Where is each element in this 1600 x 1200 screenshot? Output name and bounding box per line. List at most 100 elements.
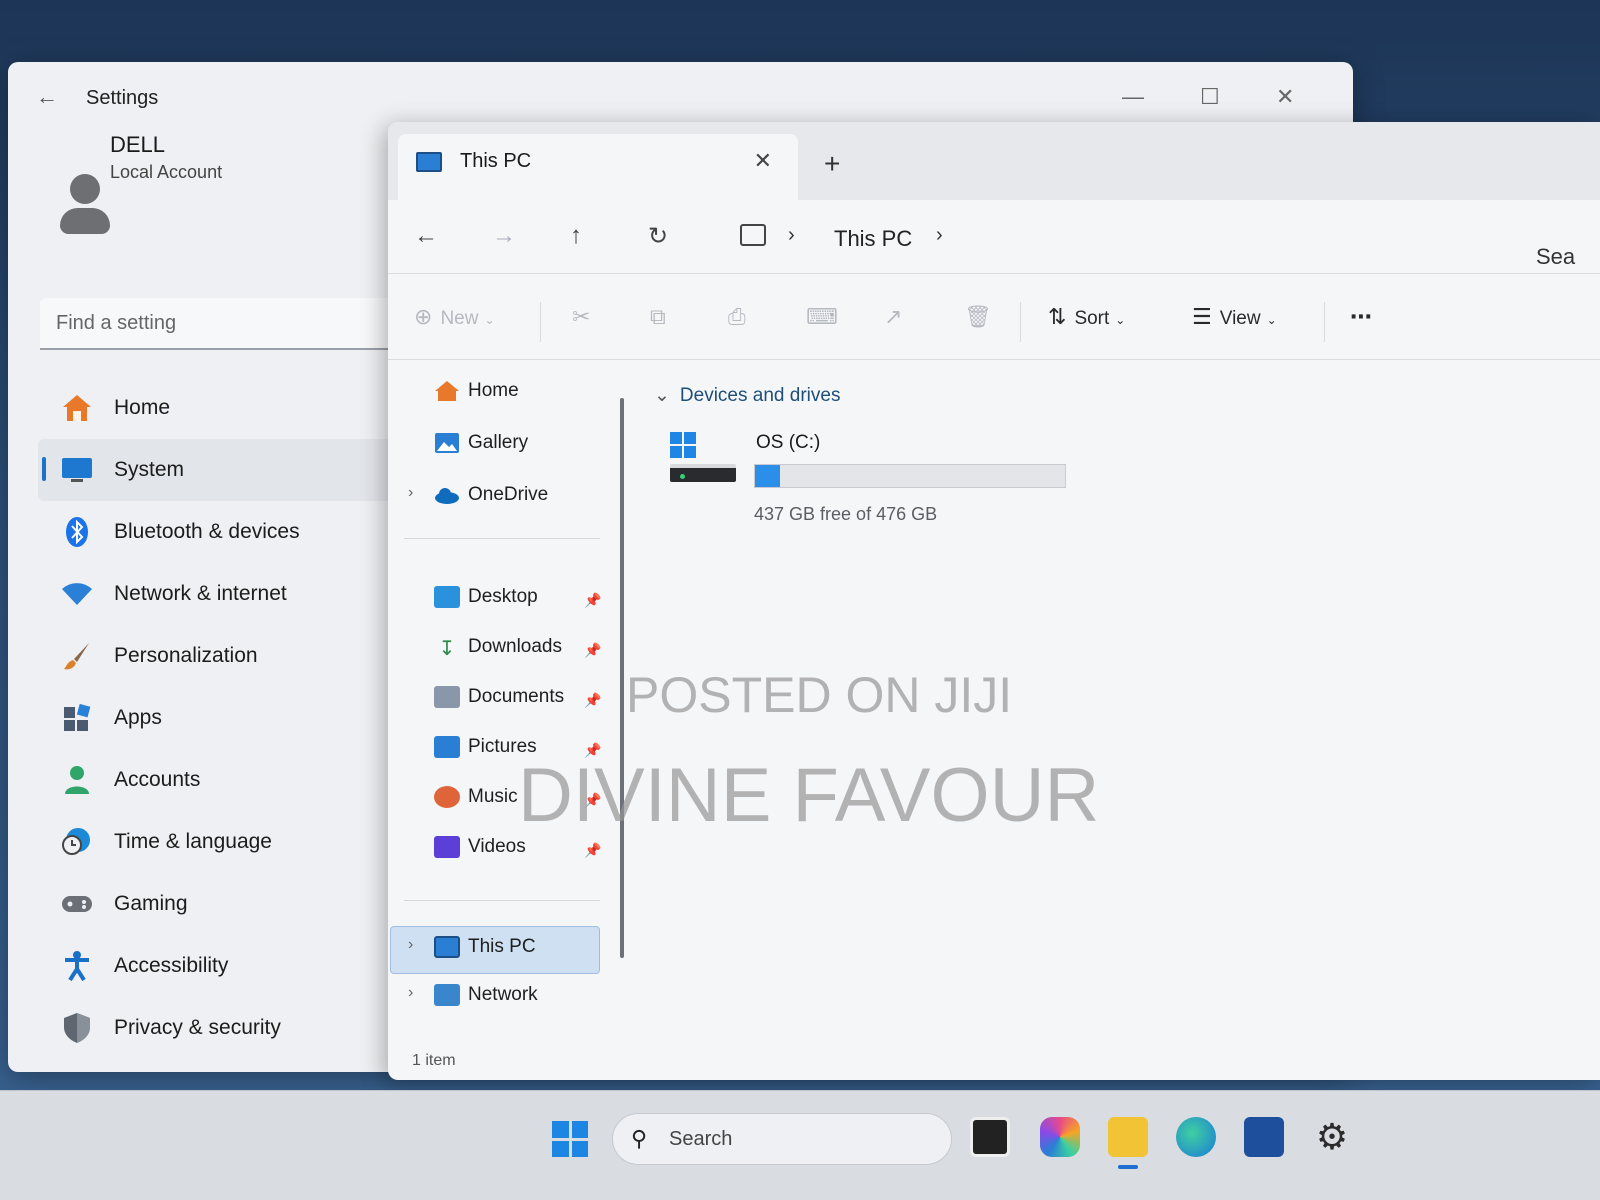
nav-item-system[interactable]: System xyxy=(38,439,398,501)
brush-icon xyxy=(60,639,94,673)
paste-icon[interactable]: ⎙ xyxy=(728,304,746,330)
nav-item-personalization[interactable]: Personalization xyxy=(38,625,398,687)
sidebar-item-network[interactable]: Network xyxy=(434,984,538,1006)
toolbar-divider xyxy=(1324,302,1325,342)
sidebar-item-home[interactable]: Home xyxy=(434,380,519,402)
file-explorer-icon[interactable] xyxy=(1108,1117,1148,1169)
back-icon[interactable]: ← xyxy=(414,222,438,250)
settings-titlebar: ← Settings — ☐ ✕ xyxy=(8,62,1353,122)
pin-icon[interactable]: 📌 xyxy=(584,642,601,659)
accounts-icon xyxy=(60,763,94,797)
toolbar-divider xyxy=(540,302,541,342)
sidebar-divider xyxy=(404,538,600,539)
home-icon xyxy=(435,381,459,401)
sidebar-item-onedrive[interactable]: OneDrive xyxy=(434,484,548,506)
maximize-icon[interactable]: ☐ xyxy=(1200,84,1220,110)
pin-icon[interactable]: 📌 xyxy=(584,842,601,859)
taskbar-search[interactable]: ⚲ Search xyxy=(612,1113,952,1165)
gamepad-icon xyxy=(60,887,94,921)
up-icon[interactable]: ↑ xyxy=(570,222,582,250)
watermark-line-1: POSTED ON JIJI xyxy=(626,667,1013,723)
delete-icon[interactable]: 🗑 xyxy=(964,304,992,330)
pin-icon[interactable]: 📌 xyxy=(584,692,601,709)
drive-icon[interactable] xyxy=(670,432,740,492)
chevron-down-icon: ⌄ xyxy=(1266,313,1277,327)
documents-icon xyxy=(434,686,460,708)
store-icon[interactable] xyxy=(1244,1117,1284,1157)
forward-icon[interactable]: → xyxy=(492,222,516,250)
settings-gear-icon[interactable]: ⚙ xyxy=(1312,1117,1352,1157)
search-icon: ⚲ xyxy=(631,1126,648,1151)
tab-close-icon[interactable]: ✕ xyxy=(754,148,772,174)
drive-usage-bar xyxy=(754,464,1066,488)
expand-chevron-icon[interactable]: › xyxy=(408,936,413,954)
nav-item-accounts[interactable]: Accounts xyxy=(38,749,398,811)
shield-icon xyxy=(60,1011,94,1045)
new-tab-icon[interactable]: + xyxy=(824,148,840,180)
sidebar-item-music[interactable]: Music xyxy=(434,786,518,808)
share-icon[interactable]: ↗ xyxy=(884,304,902,330)
nav-item-time-language[interactable]: Time & language xyxy=(38,811,398,873)
expand-chevron-icon[interactable]: › xyxy=(408,484,413,502)
refresh-icon[interactable]: ↻ xyxy=(648,222,668,251)
command-bar: ⊕ New ⌄ ✂ ⧉ ⎙ ⌨ ↗ 🗑 ⇅ Sort ⌄ ☰ View ⌄ ⋯ xyxy=(388,274,1600,360)
more-options-icon[interactable]: ⋯ xyxy=(1350,304,1372,330)
chevron-down-icon: ⌄ xyxy=(484,313,495,327)
videos-icon xyxy=(434,836,460,858)
navigation-scrollbar[interactable] xyxy=(620,398,624,958)
desktop-icon xyxy=(434,586,460,608)
nav-item-home[interactable]: Home xyxy=(38,377,398,439)
this-pc-icon xyxy=(416,152,442,172)
watermark-line-2: DIVINE FAVOUR xyxy=(518,753,1100,838)
breadcrumb-chevron-icon[interactable]: › xyxy=(936,224,943,247)
sort-icon: ⇅ xyxy=(1048,304,1067,329)
search-box[interactable]: Sea xyxy=(1536,244,1575,270)
rename-icon[interactable]: ⌨ xyxy=(806,304,838,330)
tab-this-pc[interactable]: This PC ✕ xyxy=(398,134,798,200)
plus-circle-icon: ⊕ xyxy=(414,304,433,329)
breadcrumb-pc-icon[interactable] xyxy=(740,224,766,246)
cut-icon[interactable]: ✂ xyxy=(572,304,590,330)
breadcrumb[interactable]: This PC xyxy=(834,226,912,252)
settings-nav: Home System Bluetooth & devices Network … xyxy=(38,377,398,1059)
close-icon[interactable]: ✕ xyxy=(1276,84,1294,110)
expand-chevron-icon[interactable]: › xyxy=(408,984,413,1002)
nav-item-gaming[interactable]: Gaming xyxy=(38,873,398,935)
new-button[interactable]: ⊕ New ⌄ xyxy=(414,304,495,330)
sidebar-item-desktop[interactable]: Desktop xyxy=(434,586,538,608)
find-setting-input[interactable]: Find a setting xyxy=(40,298,400,350)
sidebar-divider xyxy=(404,900,600,901)
sort-button[interactable]: ⇅ Sort ⌄ xyxy=(1048,304,1125,330)
nav-item-network[interactable]: Network & internet xyxy=(38,563,398,625)
breadcrumb-chevron-icon[interactable]: › xyxy=(788,224,795,247)
address-bar: ← → ↑ ↻ › This PC › Sea xyxy=(388,200,1600,274)
find-setting-placeholder: Find a setting xyxy=(56,312,177,334)
nav-item-privacy[interactable]: Privacy & security xyxy=(38,997,398,1059)
sidebar-item-gallery[interactable]: Gallery xyxy=(434,432,528,454)
music-icon xyxy=(434,786,460,808)
sidebar-item-documents[interactable]: Documents xyxy=(434,686,564,708)
nav-item-accessibility[interactable]: Accessibility xyxy=(38,935,398,997)
drive-name[interactable]: OS (C:) xyxy=(756,432,820,454)
downloads-icon: ↧ xyxy=(438,638,456,660)
sidebar-item-downloads[interactable]: ↧ Downloads xyxy=(434,636,562,660)
view-button[interactable]: ☰ View ⌄ xyxy=(1192,304,1277,330)
copilot-icon[interactable] xyxy=(1040,1117,1080,1157)
drive-usage-fill xyxy=(755,465,780,487)
back-arrow-icon[interactable]: ← xyxy=(36,84,58,110)
copy-icon[interactable]: ⧉ xyxy=(650,304,666,330)
start-button-icon[interactable] xyxy=(552,1121,588,1157)
pin-icon[interactable]: 📌 xyxy=(584,592,601,609)
sidebar-item-videos[interactable]: Videos xyxy=(434,836,526,858)
task-view-icon[interactable] xyxy=(970,1117,1010,1157)
avatar xyxy=(58,174,112,238)
accessibility-icon xyxy=(60,949,94,983)
sidebar-item-this-pc[interactable]: This PC xyxy=(434,936,536,958)
nav-item-bluetooth[interactable]: Bluetooth & devices xyxy=(38,501,398,563)
minimize-icon[interactable]: — xyxy=(1122,84,1144,110)
gallery-icon xyxy=(435,433,459,453)
bluetooth-icon xyxy=(60,515,94,549)
nav-item-apps[interactable]: Apps xyxy=(38,687,398,749)
group-header-devices[interactable]: ⌄ Devices and drives xyxy=(654,384,840,407)
edge-icon[interactable] xyxy=(1176,1117,1216,1157)
